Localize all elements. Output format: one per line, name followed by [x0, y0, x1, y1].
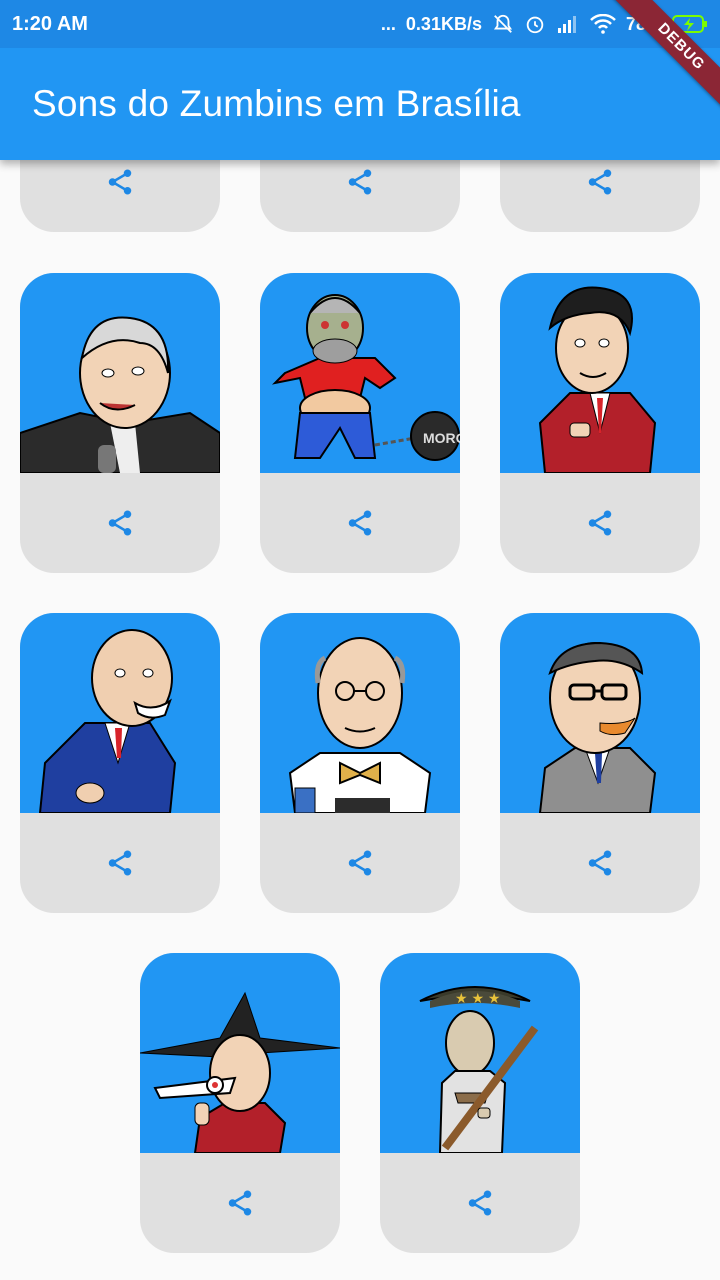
- share-icon: [228, 1190, 252, 1216]
- share-button[interactable]: [576, 839, 624, 887]
- share-icon: [348, 850, 372, 876]
- svg-text:★ ★ ★: ★ ★ ★: [455, 990, 500, 1006]
- card-footer: [20, 473, 220, 573]
- page-title: Sons do Zumbins em Brasília: [32, 83, 521, 124]
- man-glasses-grey-suit-caricature: [538, 641, 657, 813]
- share-icon: [588, 850, 612, 876]
- grey-haired-man-caricature: [20, 316, 220, 473]
- share-button[interactable]: [216, 1179, 264, 1227]
- mute-icon: [492, 13, 514, 35]
- ball-label: MORO: [423, 430, 460, 446]
- more-dots: ...: [380, 13, 396, 34]
- share-icon: [108, 169, 132, 195]
- share-button[interactable]: [576, 499, 624, 547]
- card-footer: [500, 473, 700, 573]
- alarm-icon: [524, 13, 546, 35]
- card-footer: [500, 813, 700, 913]
- card-footer: [380, 1153, 580, 1253]
- share-button[interactable]: [336, 499, 384, 547]
- sound-card[interactable]: [20, 613, 220, 913]
- caricature-image[interactable]: [140, 953, 340, 1153]
- caricature-image[interactable]: [500, 613, 700, 813]
- caricature-image[interactable]: [20, 613, 220, 813]
- old-man-bow-tie-caricature: [288, 637, 432, 813]
- sound-card[interactable]: ★ ★ ★: [380, 953, 580, 1253]
- share-icon: [588, 169, 612, 195]
- app-bar: Sons do Zumbins em Brasília: [0, 48, 720, 160]
- share-icon: [348, 510, 372, 536]
- soldier-rifle-caricature: ★ ★ ★: [419, 986, 539, 1153]
- sound-card[interactable]: [260, 613, 460, 913]
- share-icon: [348, 169, 372, 195]
- share-button[interactable]: [96, 499, 144, 547]
- card-footer: [20, 813, 220, 913]
- network-speed: 0.31KB/s: [405, 13, 482, 34]
- share-button[interactable]: [576, 158, 624, 206]
- caricature-image[interactable]: ★ ★ ★: [380, 953, 580, 1153]
- caricature-image[interactable]: [500, 273, 700, 473]
- share-icon: [588, 510, 612, 536]
- status-bar: 1:20 AM ... 0.31KB/s 78%: [0, 0, 720, 48]
- share-button[interactable]: [456, 1179, 504, 1227]
- share-button[interactable]: [96, 158, 144, 206]
- bald-man-blue-suit-caricature: [38, 629, 177, 813]
- card-footer: [140, 1153, 340, 1253]
- wifi-icon: [590, 14, 616, 34]
- signal-icon: [556, 14, 580, 34]
- sound-card[interactable]: MORO: [260, 273, 460, 573]
- sound-card[interactable]: [500, 273, 700, 573]
- sound-card[interactable]: [20, 273, 220, 573]
- share-icon: [468, 1190, 492, 1216]
- card-footer: [260, 473, 460, 573]
- man-ball-and-chain-caricature: MORO: [271, 294, 460, 461]
- share-icon: [108, 510, 132, 536]
- man-red-suit-caricature: [538, 286, 657, 473]
- caricature-image[interactable]: MORO: [260, 273, 460, 473]
- sound-grid: MORO: [0, 0, 720, 1280]
- share-button[interactable]: [336, 158, 384, 206]
- sound-card[interactable]: [500, 613, 700, 913]
- share-button[interactable]: [96, 839, 144, 887]
- man-airplane-caricature: [140, 991, 340, 1153]
- status-time: 1:20 AM: [12, 12, 88, 35]
- card-footer: [260, 813, 460, 913]
- share-button[interactable]: [336, 839, 384, 887]
- sound-card[interactable]: [140, 953, 340, 1253]
- caricature-image[interactable]: [260, 613, 460, 813]
- caricature-image[interactable]: [20, 273, 220, 473]
- share-icon: [108, 850, 132, 876]
